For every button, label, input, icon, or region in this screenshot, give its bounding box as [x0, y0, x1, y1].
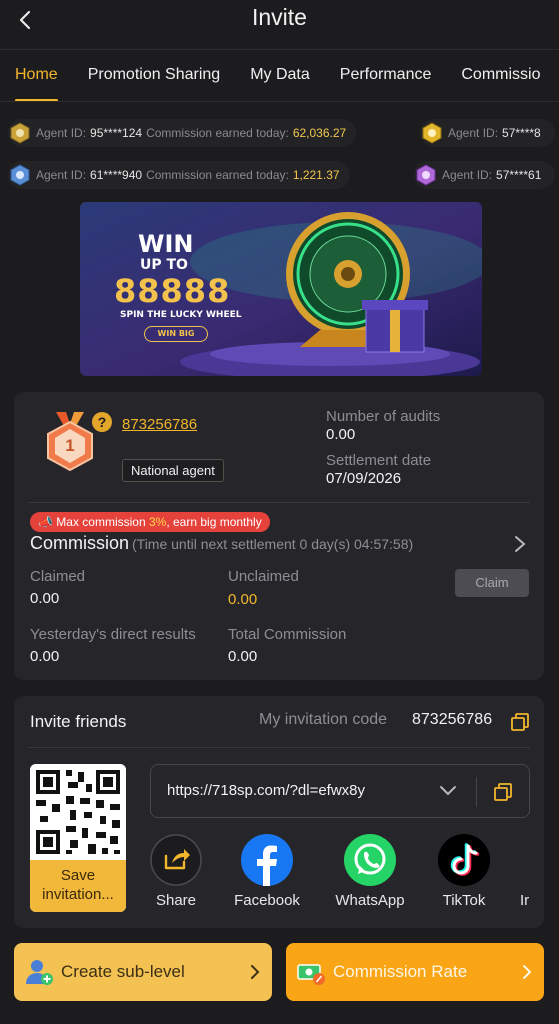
commission-title: Commission: [30, 533, 130, 553]
max-commission-promo: 📣 Max commission 3%, earn big monthly: [30, 512, 270, 532]
audits-label: Number of audits: [326, 408, 441, 425]
lucky-wheel-banner[interactable]: WIN UP TO 88888 SPIN THE LUCKY WHEEL WIN…: [80, 202, 482, 376]
ticker-earned-label: Commission earned today:: [146, 168, 289, 182]
settlement-countdown: (Time until next settlement 0 day(s) 04:…: [132, 536, 414, 552]
invite-link-text: https://718sp.com/?dl=efwx8y: [167, 782, 366, 799]
chevron-right-icon: [251, 965, 260, 979]
ticker-agent-label: Agent ID:: [36, 168, 87, 182]
agent-badge-icon: [422, 122, 442, 144]
ticker-agent-label: Agent ID:: [442, 168, 493, 182]
tiktok-share-button[interactable]: TikTok: [438, 834, 490, 909]
commission-rate-button[interactable]: Commission Rate: [286, 943, 544, 1001]
unclaimed-label: Unclaimed: [228, 568, 299, 585]
banner-win-big-button[interactable]: WIN BIG: [144, 326, 208, 342]
settlement-label: Settlement date: [326, 452, 432, 469]
agent-level-badge: National agent: [122, 459, 224, 482]
create-sub-level-label: Create sub-level: [61, 962, 185, 981]
banner-amount: 88888: [114, 272, 231, 310]
audits-value: 0.00: [326, 426, 356, 443]
ticker-item: Agent ID: 57****8: [420, 119, 555, 147]
tab-commission[interactable]: Commissio: [461, 52, 540, 101]
ticker-agent-label: Agent ID:: [36, 126, 87, 140]
create-sub-level-button[interactable]: Create sub-level: [14, 943, 272, 1001]
ticker-row-2: Agent ID: 61****940 Commission earned to…: [0, 161, 559, 191]
ticker-agent-label: Agent ID:: [448, 126, 499, 140]
agent-code-link[interactable]: 873256786: [122, 416, 197, 433]
chevron-right-icon: [523, 965, 532, 979]
copy-link-icon[interactable]: [493, 782, 513, 802]
yesterday-value: 0.00: [30, 648, 60, 665]
tiktok-label: TikTok: [442, 892, 486, 909]
divider: [476, 777, 477, 807]
tab-bar: Home Promotion Sharing My Data Performan…: [0, 52, 559, 102]
share-button[interactable]: Share: [150, 834, 202, 909]
promo-suffix: , earn big monthly: [166, 515, 262, 529]
banner-headline: WIN: [138, 230, 194, 258]
tiktok-icon: [438, 834, 490, 886]
facebook-icon: [241, 834, 293, 886]
invite-title: Invite friends: [30, 712, 127, 731]
promo-prefix: Max commission: [56, 515, 149, 529]
agent-commission-card: 1 ? 873256786 National agent Number of a…: [14, 392, 544, 680]
medal-number: 1: [65, 436, 75, 455]
invite-friends-card: Invite friends My invitation code 873256…: [14, 696, 544, 928]
total-commission-label: Total Commission: [228, 626, 347, 643]
ticker-amount: 1,221.37: [292, 168, 340, 182]
money-rate-icon: [297, 964, 325, 985]
ticker-agent-id: 95****124: [90, 126, 143, 140]
total-commission-value: 0.00: [228, 648, 258, 665]
megaphone-icon: 📣: [38, 515, 53, 529]
ticker-agent-id: 57****8: [502, 126, 541, 140]
agent-badge-icon: [10, 122, 30, 144]
qr-code-icon: [30, 764, 126, 860]
claim-button[interactable]: Claim: [455, 569, 529, 597]
agent-badge-icon: [10, 164, 30, 186]
share-icon: [150, 834, 202, 886]
banner-caption: SPIN THE LUCKY WHEEL: [120, 310, 242, 320]
agent-badge-icon: [416, 164, 436, 186]
commission-rate-label: Commission Rate: [333, 962, 468, 981]
tab-home[interactable]: Home: [15, 52, 58, 101]
claimed-label: Claimed: [30, 568, 86, 585]
claimed-value: 0.00: [30, 590, 60, 607]
help-icon[interactable]: ?: [92, 412, 112, 432]
ticker-item: Agent ID: 95****124 Commission earned to…: [8, 119, 357, 147]
invitation-code-label: My invitation code: [259, 711, 388, 728]
ticker-agent-id: 61****940: [90, 168, 143, 182]
header: Invite: [0, 0, 559, 50]
whatsapp-icon: [344, 834, 396, 886]
banner-subheadline: UP TO: [140, 257, 188, 273]
invitation-code-value: 873256786: [412, 711, 493, 728]
share-item-clipped-label: Ir: [520, 892, 530, 909]
tab-my-data[interactable]: My Data: [250, 52, 310, 101]
settlement-value: 07/09/2026: [326, 470, 402, 487]
divider: [28, 747, 530, 748]
ticker-amount: 62,036.27: [292, 126, 347, 140]
tab-performance[interactable]: Performance: [340, 52, 432, 101]
ticker-row-1: Agent ID: 95****124 Commission earned to…: [0, 119, 559, 149]
divider: [28, 502, 530, 503]
facebook-label: Facebook: [234, 892, 300, 909]
invite-link-field[interactable]: https://718sp.com/?dl=efwx8y: [150, 764, 530, 818]
facebook-share-button[interactable]: Facebook: [234, 834, 300, 909]
tab-promotion-sharing[interactable]: Promotion Sharing: [88, 52, 221, 101]
copy-icon[interactable]: [510, 712, 530, 732]
unclaimed-value: 0.00: [228, 591, 258, 608]
promo-highlight: 3%: [148, 515, 167, 529]
chevron-right-icon[interactable]: [512, 534, 528, 554]
chevron-down-icon[interactable]: [439, 784, 457, 798]
ticker-item: Agent ID: 61****940 Commission earned to…: [8, 161, 350, 189]
yesterday-label: Yesterday's direct results: [30, 626, 196, 643]
ticker-earned-label: Commission earned today:: [146, 126, 289, 140]
qr-code-card[interactable]: Save invitation...: [30, 764, 126, 912]
page-title: Invite: [252, 4, 307, 30]
save-invitation-button[interactable]: Save invitation...: [30, 860, 126, 912]
whatsapp-share-button[interactable]: WhatsApp: [335, 834, 405, 909]
add-user-icon: [26, 960, 53, 985]
ticker-item: Agent ID: 57****61: [414, 161, 556, 189]
ticker-agent-id: 57****61: [496, 168, 542, 182]
